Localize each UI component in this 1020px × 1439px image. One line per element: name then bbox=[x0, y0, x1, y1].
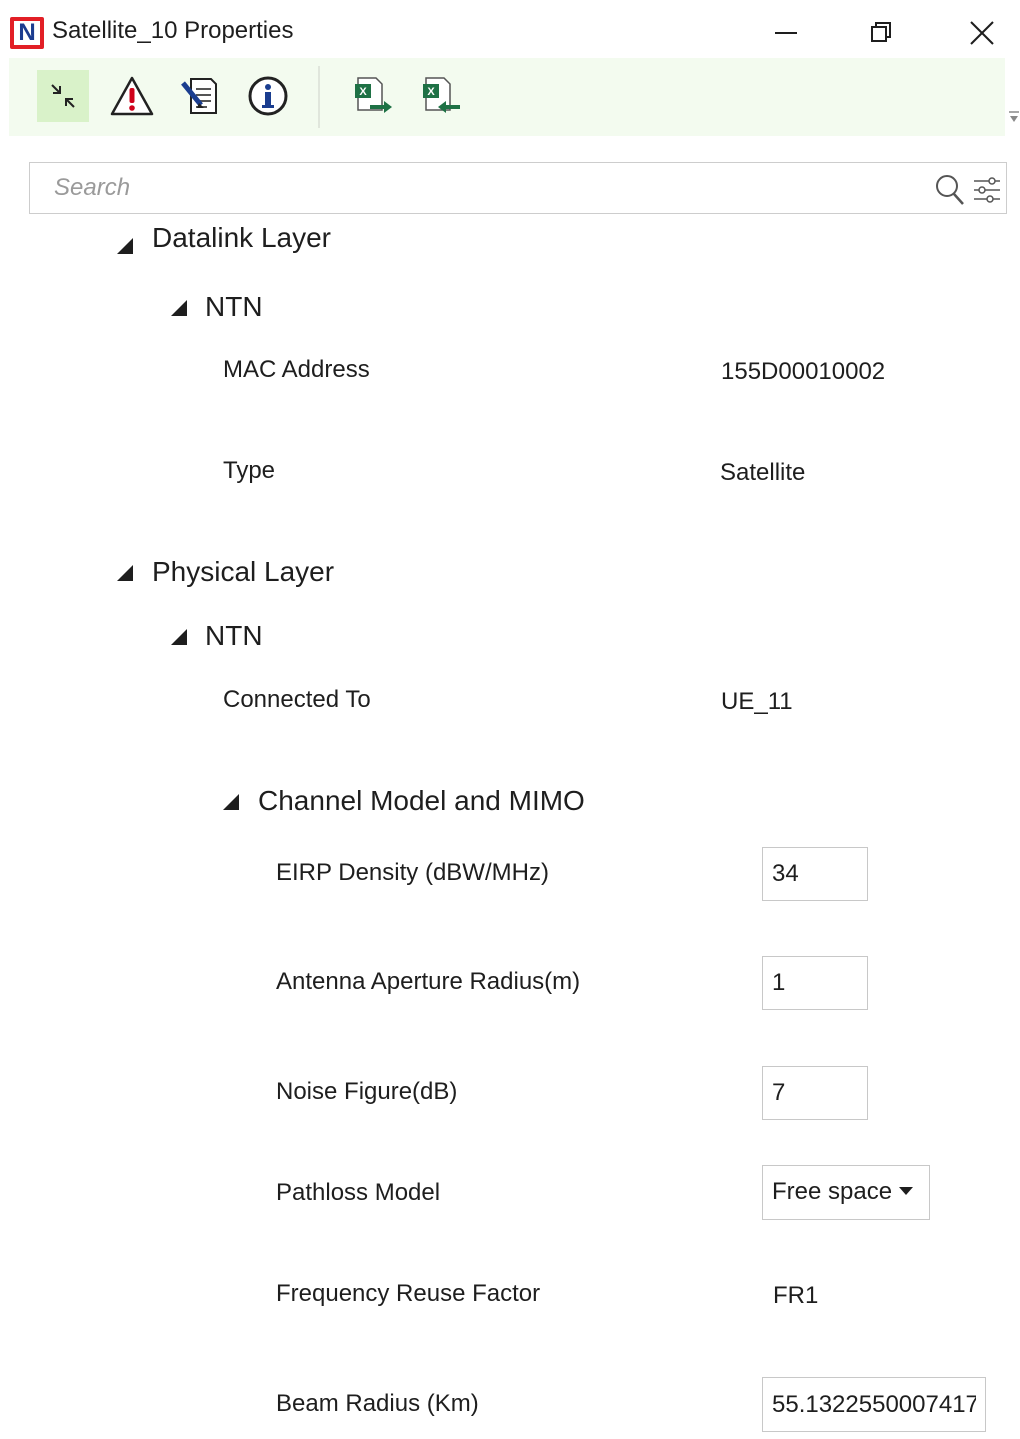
type-label: Type bbox=[223, 457, 276, 484]
minimize-button[interactable] bbox=[762, 12, 810, 54]
mac-address-value: 155D00010002 bbox=[721, 358, 886, 385]
pathloss-model-dropdown[interactable]: Free space bbox=[762, 1165, 930, 1220]
restore-button[interactable] bbox=[858, 12, 906, 54]
connected-to-label: Connected To bbox=[223, 686, 371, 713]
group-datalink-layer[interactable]: Datalink Layer bbox=[152, 222, 331, 254]
pathloss-model-label: Pathloss Model bbox=[276, 1179, 441, 1206]
minimize-icon bbox=[775, 32, 797, 34]
pathloss-model-value: Free space bbox=[772, 1178, 893, 1205]
info-icon bbox=[248, 76, 288, 116]
app-logo-icon: N bbox=[10, 17, 44, 49]
close-icon bbox=[970, 21, 994, 45]
search-icon[interactable] bbox=[934, 173, 966, 207]
eirp-density-label: EIRP Density (dBW/MHz) bbox=[276, 859, 549, 886]
edit-properties-button[interactable] bbox=[174, 70, 226, 122]
collapse-all-button[interactable] bbox=[37, 70, 89, 122]
expand-toggle-icon[interactable] bbox=[171, 300, 187, 316]
excel-import-icon: X bbox=[423, 77, 460, 113]
beam-radius-label: Beam Radius (Km) bbox=[276, 1390, 479, 1417]
dropdown-arrow-icon bbox=[899, 1187, 913, 1195]
beam-radius-input[interactable] bbox=[762, 1377, 986, 1432]
expand-toggle-icon[interactable] bbox=[171, 629, 187, 645]
frequency-reuse-value: FR1 bbox=[773, 1282, 819, 1309]
warnings-button[interactable] bbox=[106, 70, 158, 122]
type-value: Satellite bbox=[720, 459, 806, 486]
excel-export-icon: X bbox=[355, 77, 392, 113]
import-excel-button[interactable]: X bbox=[414, 70, 466, 122]
connected-to-value: UE_11 bbox=[721, 688, 793, 715]
search-input[interactable] bbox=[42, 163, 922, 213]
app-logo-letter: N bbox=[18, 19, 36, 46]
antenna-aperture-input[interactable] bbox=[762, 956, 868, 1010]
expand-toggle-icon[interactable] bbox=[117, 238, 133, 254]
edit-document-icon bbox=[181, 78, 217, 114]
noise-figure-label: Noise Figure(dB) bbox=[276, 1078, 458, 1105]
mac-address-label: MAC Address bbox=[223, 356, 370, 383]
noise-figure-input[interactable] bbox=[762, 1066, 868, 1120]
filter-settings-icon[interactable] bbox=[972, 175, 1002, 205]
info-button[interactable] bbox=[242, 70, 294, 122]
group-datalink-ntn[interactable]: NTN bbox=[205, 291, 263, 323]
eirp-density-input[interactable] bbox=[762, 847, 868, 901]
toolbar-overflow-icon[interactable] bbox=[1008, 110, 1020, 124]
group-physical-ntn[interactable]: NTN bbox=[205, 620, 263, 652]
collapse-arrows-icon bbox=[51, 84, 75, 108]
expand-toggle-icon[interactable] bbox=[117, 565, 133, 581]
frequency-reuse-label: Frequency Reuse Factor bbox=[276, 1280, 541, 1307]
toolbar-separator bbox=[318, 66, 320, 128]
warning-icon bbox=[110, 76, 154, 116]
property-tree: Datalink Layer NTN MAC Address 155D00010… bbox=[0, 216, 1020, 1439]
expand-toggle-icon[interactable] bbox=[223, 794, 239, 810]
export-excel-button[interactable]: X bbox=[346, 70, 398, 122]
toolbar: X X bbox=[9, 58, 1005, 136]
group-channel-model[interactable]: Channel Model and MIMO bbox=[258, 785, 585, 817]
window-title: Satellite_10 Properties bbox=[52, 17, 294, 44]
svg-text:X: X bbox=[359, 86, 367, 98]
close-button[interactable] bbox=[958, 12, 1006, 54]
search-box bbox=[29, 162, 1007, 214]
svg-text:X: X bbox=[427, 86, 435, 98]
restore-icon bbox=[871, 22, 891, 42]
antenna-aperture-label: Antenna Aperture Radius(m) bbox=[276, 968, 581, 995]
title-bar: N Satellite_10 Properties bbox=[0, 0, 1020, 64]
group-physical-layer[interactable]: Physical Layer bbox=[152, 556, 334, 588]
